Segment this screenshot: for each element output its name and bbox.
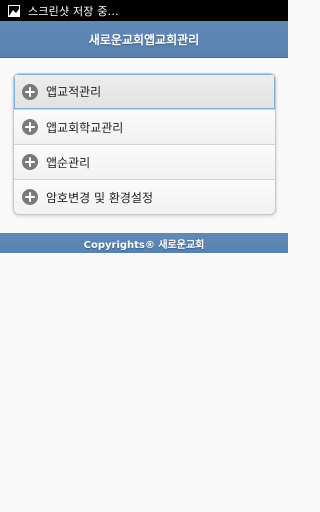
page-title: 새로운교회앱교회관리 <box>88 32 200 47</box>
plus-circle-icon <box>22 119 38 135</box>
app-header: 새로운교회앱교회관리 <box>0 21 288 58</box>
main-menu: 앱교적관리 앱교회학교관리 앱순관리 암호변경 및 환경설정 <box>13 73 276 215</box>
menu-item-church-school-management[interactable]: 앱교회학교관리 <box>14 109 275 144</box>
notification-text: 스크린샷 저장 중... <box>28 4 119 18</box>
plus-circle-icon <box>22 189 38 205</box>
menu-item-label: 앱교회학교관리 <box>46 120 124 135</box>
plus-circle-icon <box>22 83 38 100</box>
menu-item-label: 암호변경 및 환경설정 <box>46 190 153 205</box>
menu-item-label: 앱순관리 <box>46 155 91 170</box>
footer: Copyrights® 새로운교회 <box>0 233 288 253</box>
menu-item-member-management[interactable]: 앱교적관리 <box>14 74 275 109</box>
image-icon <box>8 4 20 17</box>
status-bar: 스크린샷 저장 중... <box>0 0 288 21</box>
menu-item-cell-management[interactable]: 앱순관리 <box>14 144 275 179</box>
copyright-text: Copyrights® 새로운교회 <box>83 239 205 251</box>
menu-item-label: 앱교적관리 <box>46 85 102 99</box>
menu-item-password-settings[interactable]: 암호변경 및 환경설정 <box>14 179 275 214</box>
plus-circle-icon <box>22 154 38 170</box>
